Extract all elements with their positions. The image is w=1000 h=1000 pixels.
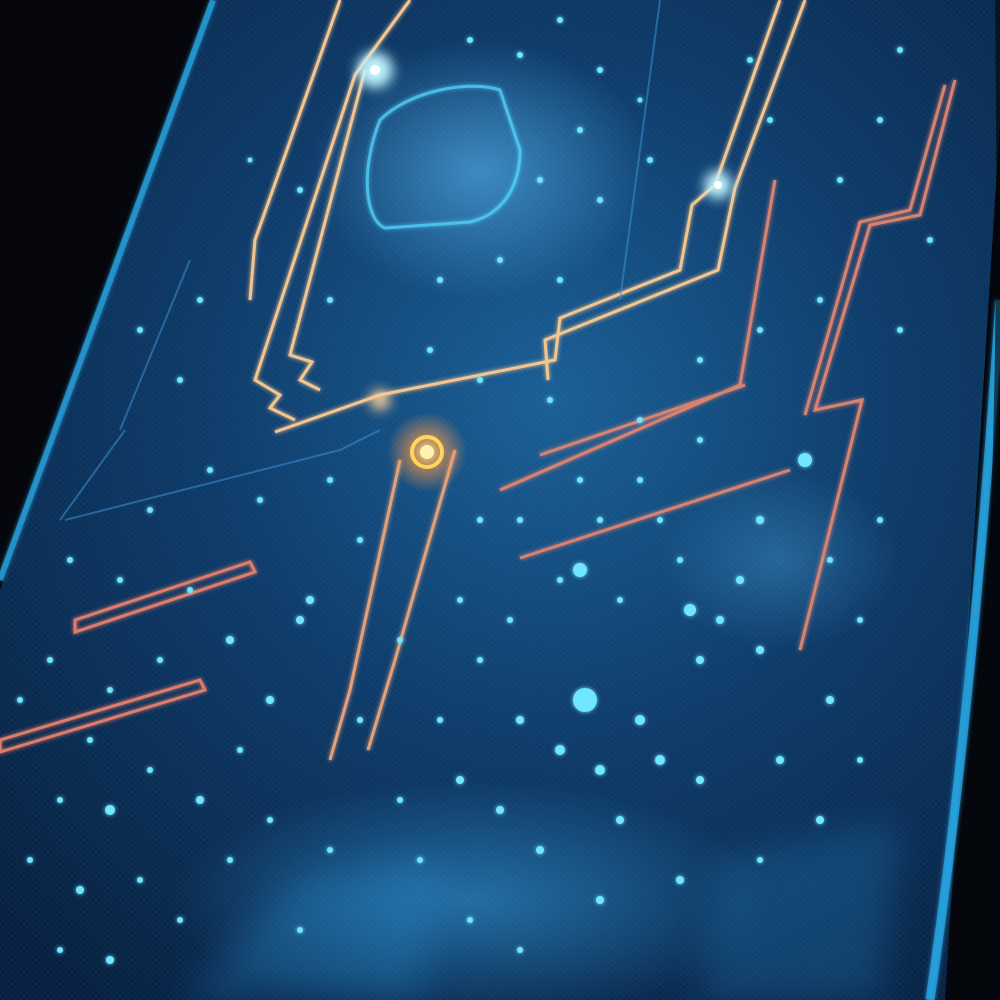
circuit-board-illustration <box>0 0 1000 1000</box>
circuit-panel-artwork <box>0 0 1000 1000</box>
